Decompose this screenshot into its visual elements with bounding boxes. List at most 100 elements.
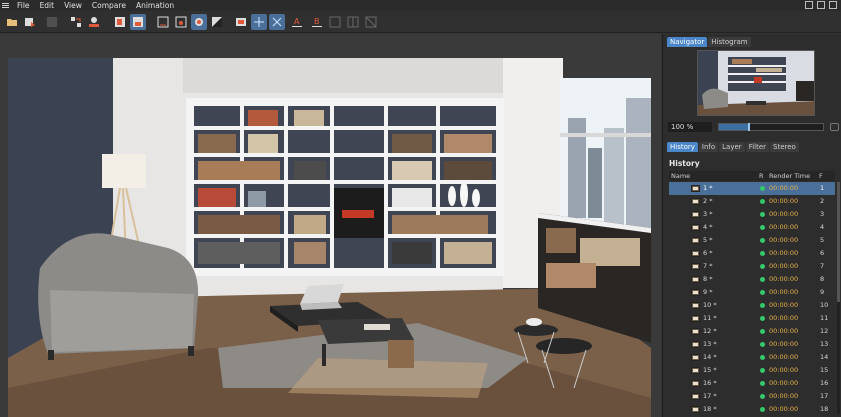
table-row[interactable]: 1 * 00:00:00 1 [669, 182, 835, 195]
table-row[interactable]: 18 * 00:00:00 18 [669, 403, 835, 414]
zoom-slider-knob[interactable] [748, 123, 751, 131]
move-icon[interactable] [829, 1, 837, 9]
menu-compare[interactable]: Compare [87, 0, 131, 11]
table-row[interactable]: 8 * 00:00:00 8 [669, 273, 835, 286]
status-dot-icon [760, 407, 765, 412]
tab-stereo[interactable]: Stereo [770, 142, 799, 152]
table-row[interactable]: 2 * 00:00:00 2 [669, 195, 835, 208]
row-frame: 4 [820, 223, 825, 231]
col-name[interactable]: Name [671, 171, 690, 181]
zoom-slider-fill [719, 124, 749, 130]
col-render-time[interactable]: Render Time [769, 171, 810, 181]
tab-layer[interactable]: Layer [719, 142, 745, 152]
row-render-time: 00:00:00 [769, 223, 799, 231]
right-panel: Navigator Histogram 100 % History Info L… [662, 34, 841, 417]
status-dot-icon [760, 238, 765, 243]
arrange-icon[interactable] [68, 14, 84, 30]
swap-a-icon[interactable]: A [289, 14, 305, 30]
table-row[interactable]: 10 * 00:00:00 10 [669, 299, 835, 312]
tab-navigator[interactable]: Navigator [667, 37, 708, 47]
col-f[interactable]: F [819, 171, 823, 181]
row-render-time: 00:00:00 [769, 340, 799, 348]
render-region-icon[interactable] [112, 14, 128, 30]
table-row[interactable]: 5 * 00:00:00 5 [669, 234, 835, 247]
row-name: 13 * [703, 340, 717, 348]
tab-history[interactable]: History [667, 142, 698, 152]
table-row[interactable]: 13 * 00:00:00 13 [669, 338, 835, 351]
window-controls [805, 1, 837, 9]
row-render-time: 00:00:00 [769, 262, 799, 270]
menu-animation[interactable]: Animation [131, 0, 179, 11]
row-frame: 14 [820, 353, 829, 361]
status-dot-icon [760, 251, 765, 256]
row-render-time: 00:00:00 [769, 301, 799, 309]
render-teapot-icon[interactable] [191, 14, 207, 30]
render-thumbnail-icon [691, 341, 700, 348]
menu-edit[interactable]: Edit [35, 0, 60, 11]
render-thumbnail-icon [691, 198, 700, 205]
render-user-icon[interactable] [86, 14, 102, 30]
render-thumbnail-icon [691, 211, 700, 218]
table-row[interactable]: 6 * 00:00:00 6 [669, 247, 835, 260]
table-row[interactable]: 12 * 00:00:00 12 [669, 325, 835, 338]
status-dot-icon [760, 381, 765, 386]
status-dot-icon [760, 355, 765, 360]
save-picture-icon[interactable] [22, 14, 38, 30]
row-render-time: 00:00:00 [769, 327, 799, 335]
row-render-time: 00:00:00 [769, 249, 799, 257]
hamburger-menu-icon[interactable] [0, 0, 12, 11]
zoom-slider[interactable] [718, 123, 824, 131]
row-name: 9 * [703, 288, 713, 296]
ab-compare-icon[interactable] [233, 14, 249, 30]
row-render-time: 00:00:00 [769, 210, 799, 218]
navigator-tabs: Navigator Histogram [667, 37, 751, 47]
row-frame: 13 [820, 340, 829, 348]
toolbar: A B [0, 11, 841, 33]
menubar: File Edit View Compare Animation [0, 0, 841, 11]
zoom-stepper-icon[interactable] [830, 123, 839, 131]
table-row[interactable]: 15 * 00:00:00 15 [669, 364, 835, 377]
frame-b-icon[interactable] [345, 14, 361, 30]
tab-histogram[interactable]: Histogram [708, 37, 751, 47]
table-row[interactable]: 14 * 00:00:00 14 [669, 351, 835, 364]
swap-b-icon[interactable]: B [309, 14, 325, 30]
split-vertical-icon[interactable] [269, 14, 285, 30]
navigator-thumbnail[interactable] [697, 50, 815, 116]
frame-a-icon[interactable] [327, 14, 343, 30]
tab-info[interactable]: Info [698, 142, 719, 152]
row-name: 4 * [703, 223, 713, 231]
row-frame: 18 [820, 405, 829, 413]
menu-file[interactable]: File [12, 0, 35, 11]
render-compare-icon[interactable] [209, 14, 225, 30]
render-view-3-icon[interactable] [173, 14, 189, 30]
menu-view[interactable]: View [59, 0, 87, 11]
render-viewport[interactable] [0, 34, 661, 417]
split-horizontal-icon[interactable] [251, 14, 267, 30]
table-row[interactable]: 7 * 00:00:00 7 [669, 260, 835, 273]
frame-c-icon[interactable] [363, 14, 379, 30]
render-view-icon[interactable] [130, 14, 146, 30]
table-row[interactable]: 4 * 00:00:00 4 [669, 221, 835, 234]
table-row[interactable]: 3 * 00:00:00 3 [669, 208, 835, 221]
zoom-field[interactable]: 100 % [668, 122, 712, 132]
table-row[interactable]: 11 * 00:00:00 11 [669, 312, 835, 325]
table-row[interactable]: 17 * 00:00:00 17 [669, 390, 835, 403]
table-row[interactable]: 9 * 00:00:00 9 [669, 286, 835, 299]
tab-filter[interactable]: Filter [745, 142, 770, 152]
row-frame: 10 [820, 301, 829, 309]
new-window-icon[interactable] [817, 1, 825, 9]
row-name: 2 * [703, 197, 713, 205]
row-name: 16 * [703, 379, 717, 387]
grid-icon[interactable] [44, 14, 60, 30]
render-view-2-icon[interactable] [155, 14, 171, 30]
status-dot-icon [760, 186, 765, 191]
open-folder-icon[interactable] [4, 14, 20, 30]
rendered-image[interactable] [8, 58, 651, 417]
table-row[interactable]: 16 * 00:00:00 16 [669, 377, 835, 390]
status-dot-icon [760, 342, 765, 347]
row-render-time: 00:00:00 [769, 366, 799, 374]
render-thumbnail-icon [691, 289, 700, 296]
history-scrollbar[interactable] [837, 182, 840, 414]
layout-icon[interactable] [805, 1, 813, 9]
col-r[interactable]: R [759, 171, 764, 181]
